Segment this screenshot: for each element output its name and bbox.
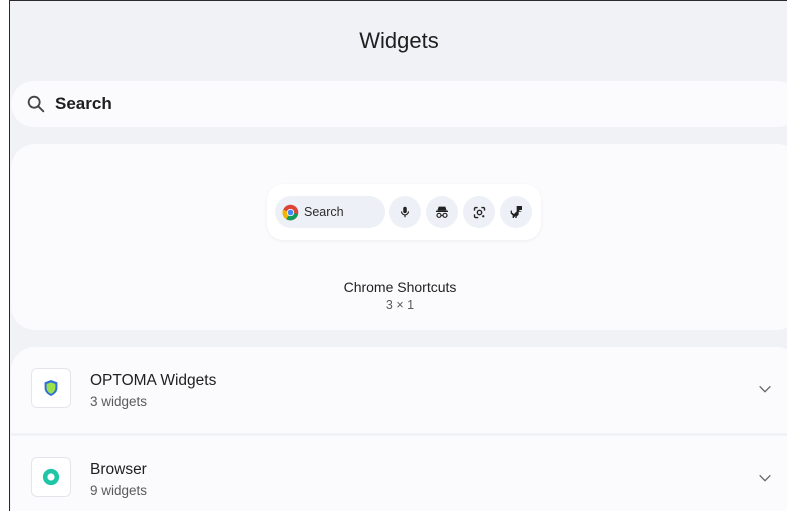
list-item-optoma-widgets[interactable]: OPTOMA Widgets 3 widgets — [11, 347, 787, 433]
widget-size: 3 × 1 — [385, 298, 415, 312]
browser-app-icon — [31, 457, 71, 497]
widget-name: Chrome Shortcuts — [343, 279, 457, 295]
chrome-shortcuts-widget-card[interactable]: Search Chrome Shortcuts 3 × 1 — [11, 144, 787, 330]
dino-game-button[interactable] — [500, 196, 532, 228]
lens-button[interactable] — [463, 196, 495, 228]
widget-count: 3 widgets — [90, 394, 148, 409]
lens-icon — [473, 206, 485, 218]
incognito-icon — [436, 206, 448, 218]
shield-icon — [44, 380, 58, 396]
preview-search-pill[interactable]: Search — [275, 196, 385, 228]
search-label: Search — [55, 94, 112, 113]
app-name: OPTOMA Widgets — [90, 372, 217, 389]
list-item-browser[interactable]: Browser 9 widgets — [11, 436, 787, 511]
widget-preview[interactable]: Search — [267, 184, 541, 240]
microphone-icon — [400, 206, 410, 218]
app-name: Browser — [90, 461, 147, 478]
page-title: Widgets — [359, 28, 439, 53]
widgets-panel: Widgets Search Search Chrome Shortcuts 3… — [9, 0, 787, 511]
chevron-down-icon[interactable] — [757, 381, 773, 397]
incognito-button[interactable] — [426, 196, 458, 228]
dino-icon — [510, 206, 522, 218]
search-bar[interactable]: Search — [11, 81, 787, 127]
chrome-icon — [282, 204, 299, 220]
browser-ring-icon — [42, 468, 60, 486]
search-icon — [27, 95, 45, 113]
preview-search-label: Search — [304, 205, 344, 219]
chevron-down-icon[interactable] — [757, 470, 773, 486]
optoma-app-icon — [31, 368, 71, 408]
app-widget-list: OPTOMA Widgets 3 widgets Browser 9 widge… — [11, 347, 787, 511]
widget-count: 9 widgets — [90, 483, 148, 498]
voice-search-button[interactable] — [389, 196, 421, 228]
